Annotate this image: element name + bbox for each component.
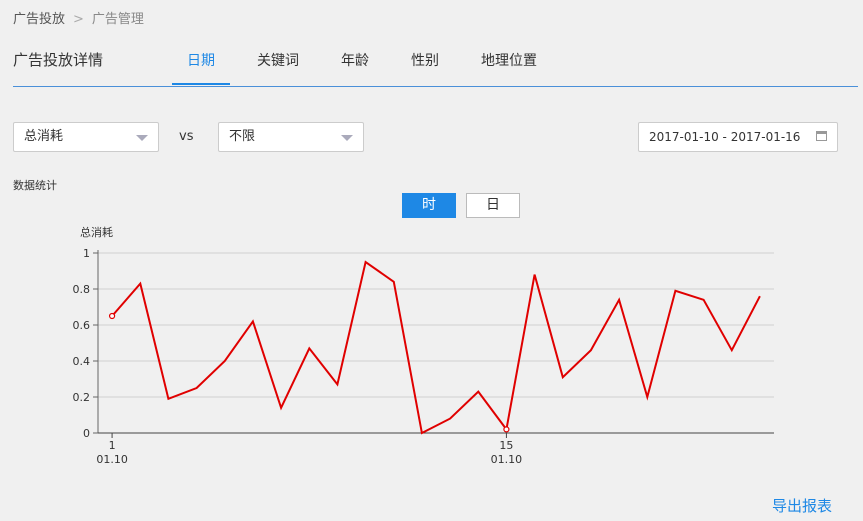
hour-toggle-button[interactable]: 时 (402, 193, 456, 218)
y-tick-label: 0 (83, 427, 90, 440)
y-axis-label: 总消耗 (80, 225, 113, 239)
y-tick-label: 0.6 (73, 319, 91, 332)
metric-a-value: 总消耗 (24, 129, 64, 144)
breadcrumb-root[interactable]: 广告投放 (13, 12, 65, 27)
metric-b-value: 不限 (229, 129, 256, 144)
header-divider (13, 86, 858, 87)
x-tick-label: 15 (499, 439, 513, 452)
day-toggle-button[interactable]: 日 (466, 193, 520, 218)
breadcrumb: 广告投放 > 广告管理 (13, 8, 144, 27)
data-point (503, 426, 510, 433)
metric-b-select[interactable]: 不限 (218, 122, 364, 152)
tab-gender[interactable]: 性别 (396, 50, 454, 70)
data-point (108, 312, 116, 320)
line-chart: 总消耗00.20.40.60.81101.101501.10 (73, 225, 774, 466)
y-tick-label: 0.2 (73, 391, 91, 404)
date-range-value: 2017-01-10 - 2017-01-16 (649, 130, 801, 144)
breadcrumb-current: 广告管理 (91, 12, 144, 27)
calendar-icon[interactable] (816, 131, 827, 141)
series-line (111, 260, 761, 435)
x-tick-label: 1 (109, 439, 116, 452)
chevron-down-icon (136, 135, 148, 141)
tab-bar: 日期 关键词 年龄 性别 地理位置 (172, 50, 564, 85)
chevron-down-icon (341, 135, 353, 141)
breadcrumb-separator: > (73, 12, 84, 27)
y-tick-label: 0.8 (73, 283, 91, 296)
tab-keyword[interactable]: 关键词 (242, 50, 314, 70)
x-tick-sublabel: 01.10 (96, 453, 128, 466)
export-report-link[interactable]: 导出报表 (772, 495, 832, 516)
vs-label: vs (179, 129, 194, 144)
tab-location[interactable]: 地理位置 (466, 50, 552, 70)
tab-date[interactable]: 日期 (172, 50, 230, 85)
metric-a-select[interactable]: 总消耗 (13, 122, 159, 152)
tab-age[interactable]: 年龄 (326, 50, 384, 70)
x-tick-sublabel: 01.10 (491, 453, 523, 466)
page-title: 广告投放详情 (13, 51, 104, 69)
y-tick-label: 0.4 (73, 355, 91, 368)
section-label: 数据统计 (13, 179, 57, 192)
y-tick-label: 1 (83, 247, 90, 260)
date-range-picker[interactable]: 2017-01-10 - 2017-01-16 (638, 122, 838, 152)
